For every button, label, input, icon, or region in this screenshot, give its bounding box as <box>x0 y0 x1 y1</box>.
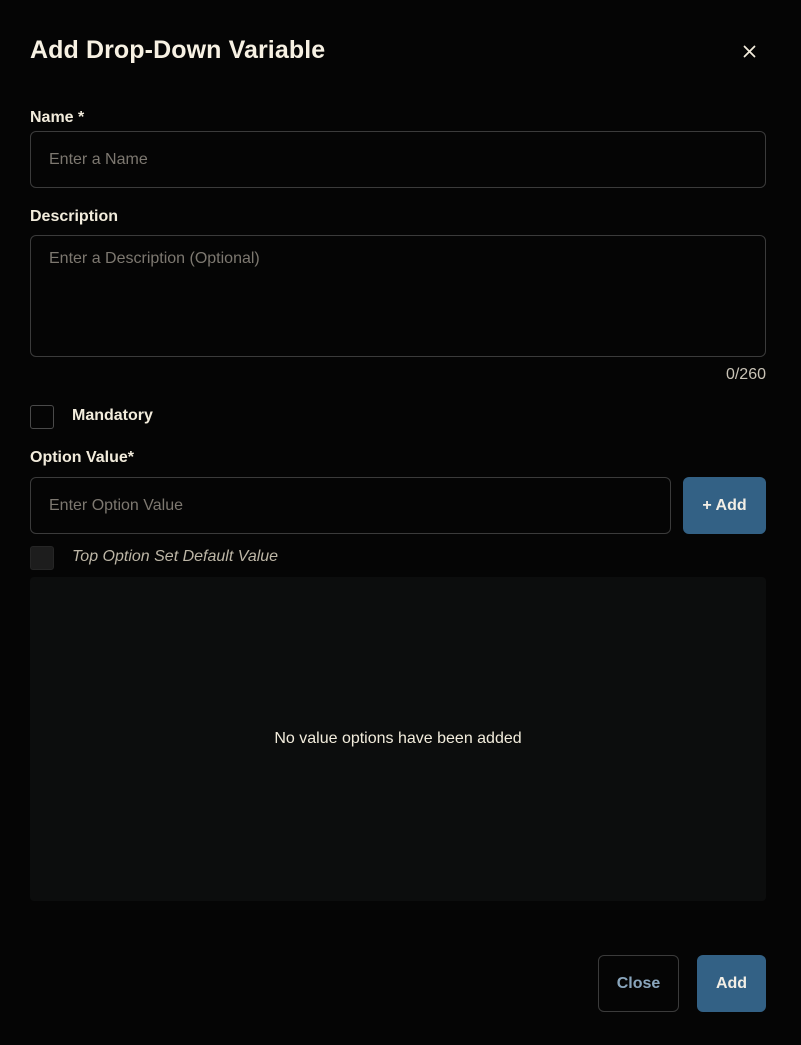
add-button[interactable]: Add <box>697 955 766 1012</box>
close-icon-glyph <box>743 45 755 57</box>
option-value-label: Option Value* <box>30 449 135 466</box>
description-label: Description <box>30 208 119 225</box>
top-option-default-checkbox[interactable] <box>30 546 54 570</box>
add-dropdown-variable-dialog: Add Drop-Down Variable Name * Descriptio… <box>0 0 801 1045</box>
mandatory-checkbox[interactable] <box>30 405 54 429</box>
add-option-button[interactable]: + Add <box>683 477 766 534</box>
name-label: Name * <box>30 109 85 126</box>
option-value-input[interactable] <box>30 477 671 534</box>
description-char-count: 0/260 <box>725 366 766 383</box>
close-button[interactable]: Close <box>598 955 679 1012</box>
name-input[interactable] <box>30 131 766 188</box>
dialog-title: Add Drop-Down Variable <box>30 36 326 64</box>
empty-options-message: No value options have been added <box>274 730 522 747</box>
close-icon[interactable] <box>736 38 762 64</box>
mandatory-label: Mandatory <box>72 407 153 424</box>
description-input[interactable] <box>30 235 766 357</box>
options-list-panel: No value options have been added <box>30 577 766 901</box>
top-option-default-label: Top Option Set Default Value <box>72 548 279 565</box>
